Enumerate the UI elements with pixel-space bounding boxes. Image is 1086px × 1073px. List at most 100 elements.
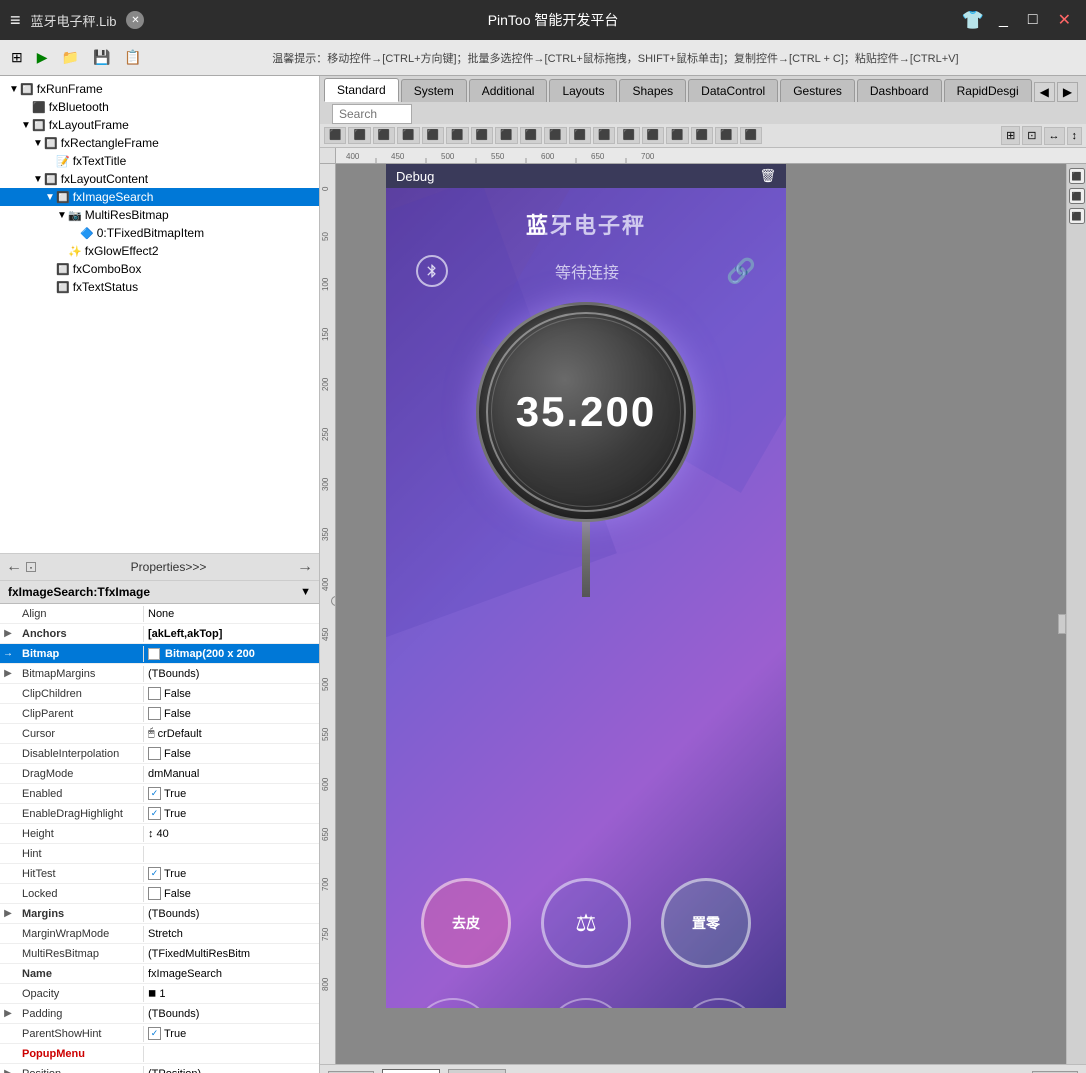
right-tool-1[interactable]: ⬛	[1069, 168, 1085, 184]
minimize-btn[interactable]: _	[994, 9, 1013, 31]
checkbox-hittest[interactable]: ✓	[148, 867, 161, 880]
design-btn[interactable]: 设计	[382, 1069, 440, 1073]
prop-row-cursor[interactable]: Cursor 🖱 crDefault	[0, 724, 319, 744]
tree-item-fxGlowEffect2[interactable]: ✨ fxGlowEffect2	[0, 242, 319, 260]
checkbox-enabledraghighlight[interactable]: ✓	[148, 807, 161, 820]
tree-item-MultiResBitmap[interactable]: ▼ 📷 MultiResBitmap	[0, 206, 319, 224]
nav-left-arrow[interactable]: ←	[6, 558, 22, 576]
tree-item-fxTextStatus[interactable]: 🔲 fxTextStatus	[0, 278, 319, 296]
tree-item-fxLayoutContent[interactable]: ▼ 🔲 fxLayoutContent	[0, 170, 319, 188]
tree-item-fxComboBox[interactable]: 🔲 fxComboBox	[0, 260, 319, 278]
prop-row-enabled[interactable]: Enabled ✓ True	[0, 784, 319, 804]
canvas-tool-14[interactable]: ⬛	[642, 127, 664, 144]
tree-expand-fxImageSearch[interactable]: ▼	[44, 192, 56, 203]
tab-dashboard[interactable]: Dashboard	[857, 79, 942, 102]
prop-row-marginwrapmode[interactable]: MarginWrapMode Stretch	[0, 924, 319, 944]
canvas-tool-3[interactable]: ⬛	[373, 127, 395, 144]
canvas-tool-13[interactable]: ⬛	[617, 127, 639, 144]
tree-item-fxTextTitle[interactable]: 📝 fxTextTitle	[0, 152, 319, 170]
prop-row-align[interactable]: Align None	[0, 604, 319, 624]
props-dropdown-icon[interactable]: ▼	[300, 586, 311, 598]
canvas-tool-8[interactable]: ⬛	[495, 127, 517, 144]
canvas-tool-2[interactable]: ⬛	[348, 127, 370, 144]
toolbar-btn-3[interactable]: 📁	[57, 46, 84, 69]
exit-btn[interactable]: ✕	[1053, 8, 1076, 32]
toolbar-btn-4[interactable]: 💾	[88, 46, 115, 69]
prop-row-popupmenu[interactable]: PopupMenu	[0, 1044, 319, 1064]
canvas-container[interactable]: Debug 🗑 蓝牙电子秤	[336, 164, 1066, 1064]
checkbox-clipparent[interactable]	[148, 707, 161, 720]
prop-row-height[interactable]: Height ↕ 40	[0, 824, 319, 844]
prop-row-locked[interactable]: Locked False	[0, 884, 319, 904]
tree-item-fxBluetooth[interactable]: ⬛ fxBluetooth	[0, 98, 319, 116]
tree-expand-MultiResBitmap[interactable]: ▼	[56, 210, 68, 221]
right-icon-4[interactable]: ↕	[1067, 127, 1083, 145]
prop-row-disableinterpolation[interactable]: DisableInterpolation False	[0, 744, 319, 764]
canvas-tool-18[interactable]: ⬛	[740, 127, 762, 144]
checkbox-locked[interactable]	[148, 887, 161, 900]
checkbox-disableinterp[interactable]	[148, 747, 161, 760]
right-icon-3[interactable]: ↔	[1044, 127, 1065, 145]
prop-row-dragmode[interactable]: DragMode dmManual	[0, 764, 319, 784]
nav-right-arrow[interactable]: →	[297, 558, 313, 576]
tab-gestures[interactable]: Gestures	[780, 79, 855, 102]
canvas-tool-12[interactable]: ⬛	[593, 127, 615, 144]
canvas-tool-16[interactable]: ⬛	[691, 127, 713, 144]
prop-row-clipchildren[interactable]: ClipChildren False	[0, 684, 319, 704]
canvas-tool-5[interactable]: ⬛	[422, 127, 444, 144]
checkbox-parentshowhint[interactable]: ✓	[148, 1027, 161, 1040]
tab-standard[interactable]: Standard	[324, 78, 399, 102]
canvas-tool-15[interactable]: ⬛	[666, 127, 688, 144]
right-icon-1[interactable]: ⊞	[1001, 126, 1020, 145]
tab-shapes[interactable]: Shapes	[619, 79, 686, 102]
tab-additional[interactable]: Additional	[469, 79, 548, 102]
prop-row-anchors[interactable]: ▶ Anchors [akLeft,akTop]	[0, 624, 319, 644]
tree-item-fxLayoutFrame[interactable]: ▼ 🔲 fxLayoutFrame	[0, 116, 319, 134]
canvas-tool-6[interactable]: ⬛	[446, 127, 468, 144]
prop-row-padding[interactable]: ▶ Padding (TBounds)	[0, 1004, 319, 1024]
prop-row-bitmapmargins[interactable]: ▶ BitmapMargins (TBounds)	[0, 664, 319, 684]
tab-next-btn[interactable]: ▶	[1057, 82, 1078, 102]
tree-expand-fxRunFrame[interactable]: ▼	[8, 84, 20, 95]
prop-row-position[interactable]: ▶ Position (TPosition)	[0, 1064, 319, 1073]
prop-row-hint[interactable]: Hint	[0, 844, 319, 864]
right-icon-2[interactable]: ⊡	[1022, 126, 1041, 145]
prop-row-multuresbitmap[interactable]: MultiResBitmap (TFixedMultiResBitm	[0, 944, 319, 964]
canvas-tool-11[interactable]: ⬛	[569, 127, 591, 144]
close-btn[interactable]: ✕	[126, 11, 144, 29]
toolbar-btn-5[interactable]: 📋	[119, 46, 146, 69]
tree-item-TFixedBitmapItem[interactable]: 🔷 0:TFixedBitmapItem	[0, 224, 319, 242]
script-btn[interactable]: 脚本	[448, 1069, 506, 1073]
canvas-tool-4[interactable]: ⬛	[397, 127, 419, 144]
tree-expand-fxLayoutContent[interactable]: ▼	[32, 174, 44, 185]
toolbar-btn-2[interactable]: ▶	[32, 46, 53, 69]
checkbox-enabled[interactable]: ✓	[148, 787, 161, 800]
canvas-tool-1[interactable]: ⬛	[324, 127, 346, 144]
tree-item-fxImageSearch[interactable]: ▼ 🔲 fxImageSearch	[0, 188, 319, 206]
toolbar-btn-1[interactable]: ⊞	[6, 46, 28, 69]
tab-system[interactable]: System	[401, 79, 467, 102]
tree-item-fxRectangleFrame[interactable]: ▼ 🔲 fxRectangleFrame	[0, 134, 319, 152]
tab-layouts[interactable]: Layouts	[549, 79, 617, 102]
checkbox-clipchildren[interactable]	[148, 687, 161, 700]
tree-expand-fxLayoutFrame[interactable]: ▼	[20, 120, 32, 131]
prop-row-parentshowhint[interactable]: ParentShowHint ✓ True	[0, 1024, 319, 1044]
right-tool-2[interactable]: ⬛	[1069, 188, 1085, 204]
prop-row-opacity[interactable]: Opacity ◼ 1	[0, 984, 319, 1004]
nav-center-btn[interactable]: ·	[26, 562, 36, 572]
tab-prev-btn[interactable]: ◀	[1034, 82, 1055, 102]
maximize-btn[interactable]: □	[1023, 9, 1043, 31]
canvas-tool-17[interactable]: ⬛	[715, 127, 737, 144]
prop-row-hittest[interactable]: HitTest ✓ True	[0, 864, 319, 884]
trash-icon[interactable]: 🗑	[759, 168, 776, 184]
prop-row-clipparent[interactable]: ClipParent False	[0, 704, 319, 724]
canvas-tool-9[interactable]: ⬛	[520, 127, 542, 144]
search-input[interactable]	[332, 104, 412, 124]
tree-expand-fxRectangleFrame[interactable]: ▼	[32, 138, 44, 149]
canvas-tool-10[interactable]: ⬛	[544, 127, 566, 144]
right-resize-handle[interactable]	[1058, 614, 1066, 634]
tab-datacontrol[interactable]: DataControl	[688, 79, 778, 102]
tree-item-fxRunFrame[interactable]: ▼ 🔲 fxRunFrame	[0, 80, 319, 98]
prop-row-bitmap[interactable]: → Bitmap Bitmap(200 x 200	[0, 644, 319, 664]
prop-row-name[interactable]: Name fxImageSearch	[0, 964, 319, 984]
